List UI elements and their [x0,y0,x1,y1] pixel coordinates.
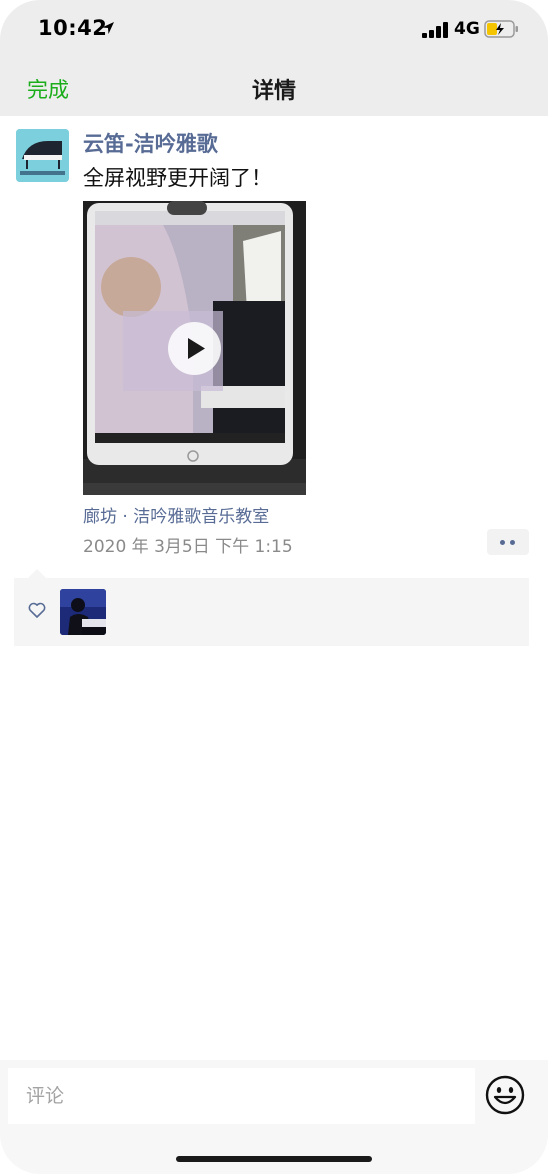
play-icon [188,338,205,359]
status-time: 10:42 [38,16,108,40]
likes-panel [14,578,529,646]
post-author[interactable]: 云笛-洁吟雅歌 [83,128,218,158]
phone-screen: 10:42 4G 完成 详情 云笛-洁吟雅歌 全屏视野更开阔了！ 廊坊 · 洁吟… [0,0,548,1174]
network-type: 4G [454,19,480,39]
more-dots-icon[interactable] [487,529,529,555]
liker-avatar[interactable] [60,589,106,635]
post-timestamp: 2020 年 3月5日 下午 1:15 [83,537,293,557]
post-location[interactable]: 廊坊 · 洁吟雅歌音乐教室 [83,502,269,527]
battery-charging-icon [484,20,518,38]
post-text: 全屏视野更开阔了！ [83,166,272,190]
status-bar: 10:42 4G [0,0,548,60]
page-title: 详情 [251,79,296,104]
nav-bar: 完成 详情 [0,60,548,116]
author-avatar[interactable] [16,129,69,182]
play-button[interactable] [168,322,221,375]
video-thumbnail[interactable] [83,201,306,495]
comment-bar [0,1060,548,1174]
comment-input[interactable] [8,1068,475,1124]
location-arrow-icon [102,22,114,34]
home-indicator[interactable] [176,1156,372,1162]
signal-icon [422,22,448,38]
heart-icon [28,602,46,618]
emoji-icon[interactable] [485,1075,525,1115]
likes-arrow [28,569,46,578]
